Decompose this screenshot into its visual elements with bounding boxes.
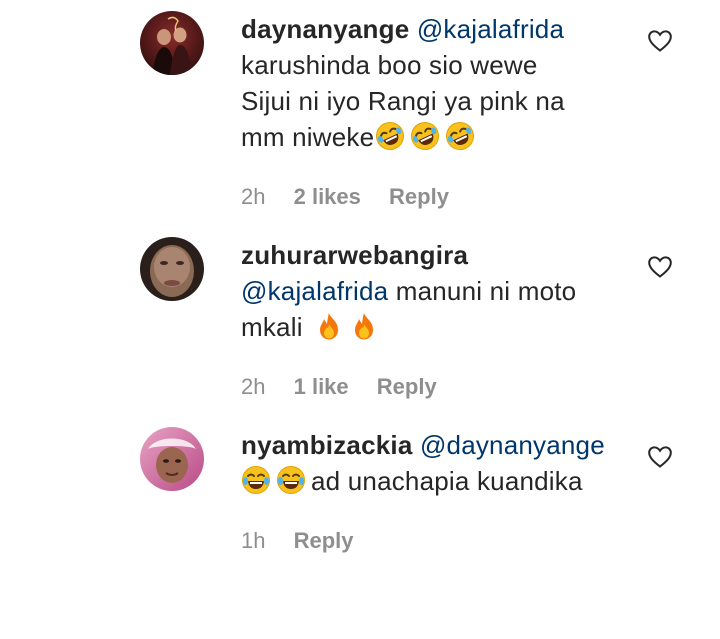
heart-outline-icon[interactable] [647,28,673,54]
tears-of-joy-emoji [276,465,306,495]
comment-meta: 1h Reply [241,527,376,555]
comment-time: 1h [241,528,266,553]
comment-text-fragment: mkali [241,312,303,342]
rolling-laughing-emoji [445,121,475,151]
comment-text-line-with-emoji: mm niweke [241,119,631,155]
heart-outline-icon[interactable] [647,444,673,470]
reply-button[interactable]: Reply [294,527,354,555]
comment-text-line: Sijui ni iyo Rangi ya pink na [241,86,565,116]
comment-meta: 2h 1 like Reply [241,373,459,401]
comment-item: zuhurarwebangira @kajalafrida manuni ni … [0,228,720,418]
comment-body: zuhurarwebangira @kajalafrida manuni ni … [241,237,631,345]
comment-time: 2h [241,374,266,399]
comment-likes[interactable]: 2 likes [294,183,361,211]
comment-mention[interactable]: @daynanyange [420,430,605,460]
comment-text-line: @kajalafrida manuni ni moto [241,273,631,309]
comment-header-line: nyambizackia @daynanyange [241,427,631,463]
rolling-laughing-emoji [410,121,440,151]
comment-mention[interactable]: @kajalafrida [417,14,564,44]
comment-username[interactable]: zuhurarwebangira [241,240,468,270]
comment-text-line: karushinda boo sio wewe [241,50,538,80]
comment-username[interactable]: daynanyange [241,14,409,44]
comment-text-line-with-emoji: mkali [241,309,631,345]
rolling-laughing-emoji [375,121,405,151]
comment-item: nyambizackia @daynanyange ad unachapia k… [0,418,720,578]
comment-meta: 2h 2 likes Reply [241,183,471,211]
avatar[interactable] [140,237,204,301]
comment-text-fragment: mm niweke [241,122,375,152]
reply-button[interactable]: Reply [377,373,437,401]
comment-text-fragment: ad unachapia kuandika [311,466,583,496]
comment-username[interactable]: nyambizackia [241,430,413,460]
avatar[interactable] [140,11,204,75]
heart-outline-icon[interactable] [647,254,673,280]
comment-text-fragment: manuni ni moto [395,276,577,306]
comment-header-line: zuhurarwebangira [241,237,631,273]
comment-likes[interactable]: 1 like [294,373,349,401]
comment-body: nyambizackia @daynanyange ad unachapia k… [241,427,631,499]
tears-of-joy-emoji [241,465,271,495]
comment-time: 2h [241,184,266,209]
comment-text-line-with-emoji: ad unachapia kuandika [241,463,631,499]
fire-emoji [314,311,344,341]
comment-item: daynanyange @kajalafrida karushinda boo … [0,0,720,228]
fire-emoji [349,311,379,341]
comment-mention[interactable]: @kajalafrida [241,276,388,306]
reply-button[interactable]: Reply [389,183,449,211]
avatar[interactable] [140,427,204,491]
comment-body: daynanyange @kajalafrida karushinda boo … [241,11,631,155]
comment-header-line: daynanyange @kajalafrida [241,11,631,47]
